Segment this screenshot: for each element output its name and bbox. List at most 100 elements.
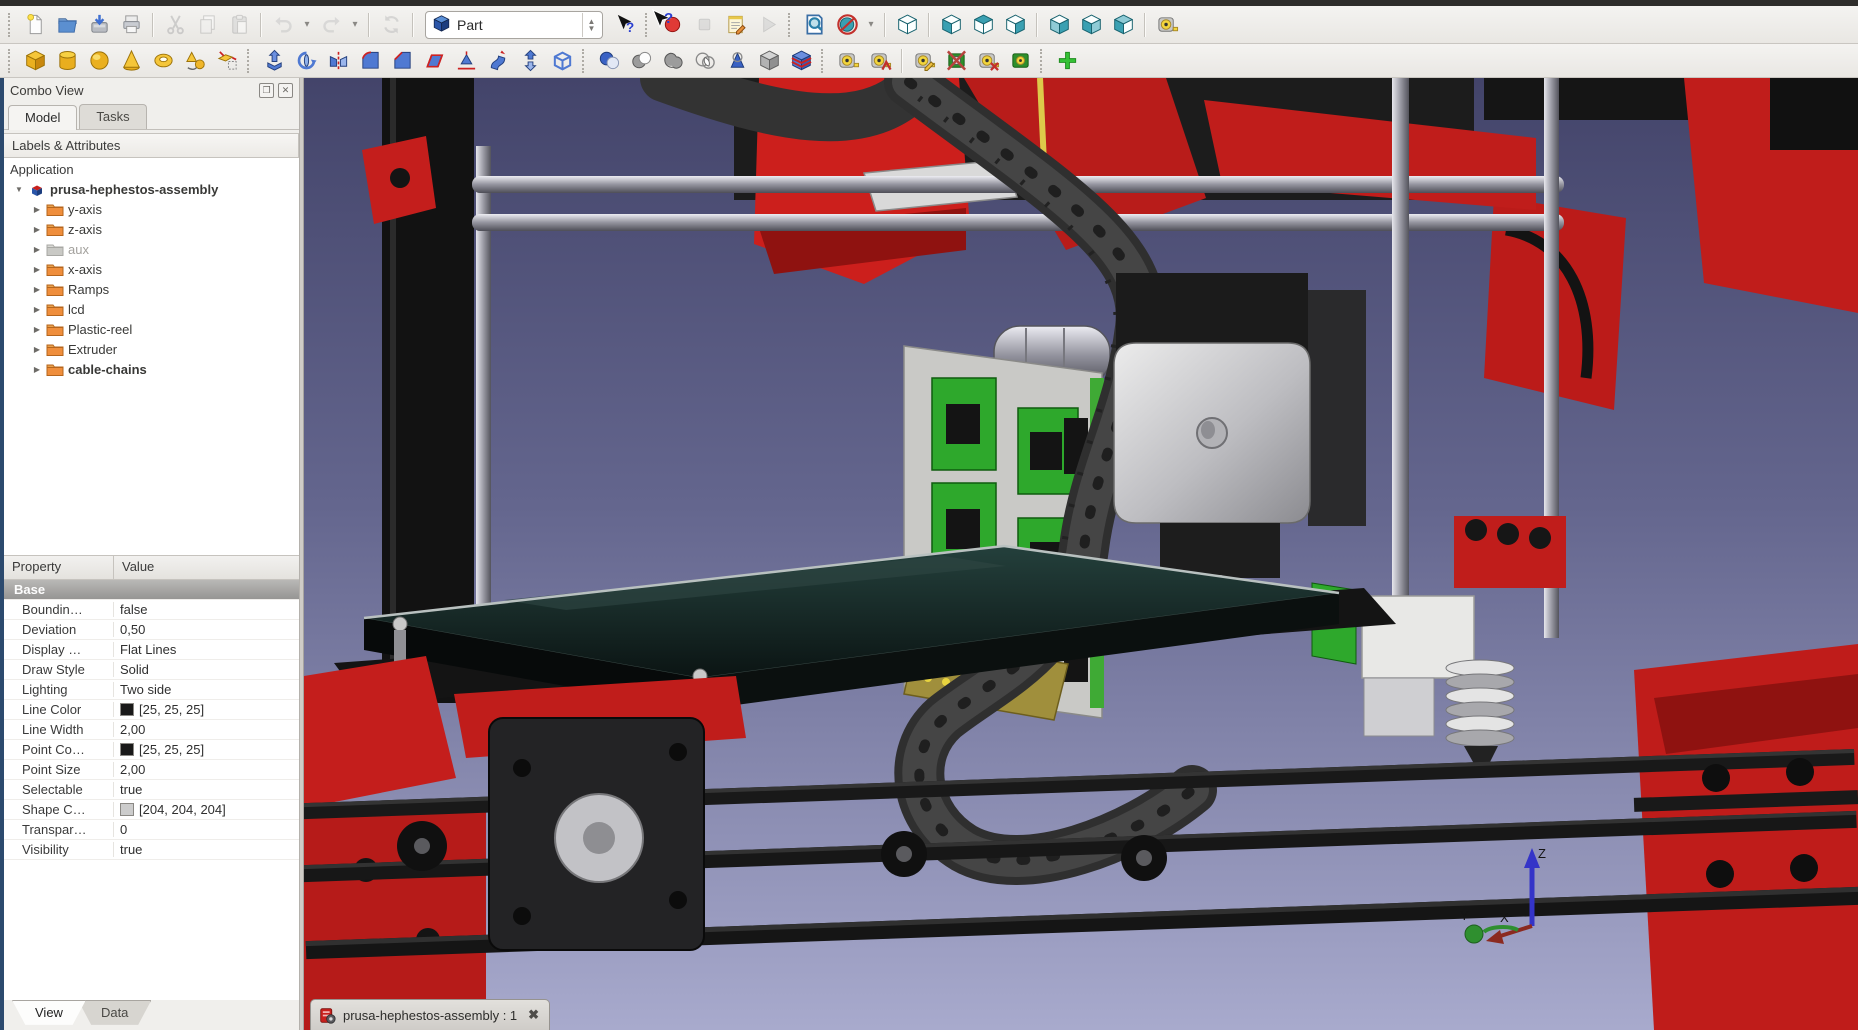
expander-icon[interactable]: ▶ xyxy=(30,225,44,234)
property-row[interactable]: Draw StyleSolid xyxy=(4,660,299,680)
expander-icon[interactable]: ▶ xyxy=(30,205,44,214)
tree-item-ramps[interactable]: ▶ Ramps xyxy=(4,279,299,299)
property-value[interactable]: 2,00 xyxy=(114,722,299,737)
measure-annotate-button[interactable] xyxy=(908,46,940,76)
part-revolve-button[interactable] xyxy=(290,46,322,76)
part-offset-button[interactable] xyxy=(450,46,482,76)
tree-item-z-axis[interactable]: ▶ z-axis xyxy=(4,219,299,239)
view-rear-button[interactable] xyxy=(1043,10,1075,40)
expander-icon[interactable]: ▶ xyxy=(30,265,44,274)
property-value[interactable]: Flat Lines xyxy=(114,642,299,657)
view-fit-all-button[interactable] xyxy=(799,10,831,40)
part-union-button[interactable] xyxy=(657,46,689,76)
expander-icon[interactable]: ▶ xyxy=(30,305,44,314)
draw-style-button[interactable] xyxy=(831,10,863,40)
part-compound-button[interactable] xyxy=(753,46,785,76)
expander-icon[interactable]: ▶ xyxy=(30,365,44,374)
property-value[interactable]: 0 xyxy=(114,822,299,837)
toolbar-grip-handle[interactable] xyxy=(821,49,828,73)
property-value[interactable]: [25, 25, 25] xyxy=(114,742,299,757)
view-axonometric-button[interactable] xyxy=(891,10,923,40)
property-value[interactable]: 0,50 xyxy=(114,622,299,637)
part-torus-button[interactable] xyxy=(147,46,179,76)
view-front-button[interactable] xyxy=(935,10,967,40)
panel-tab-data[interactable]: Data xyxy=(78,1000,151,1027)
property-value[interactable]: 2,00 xyxy=(114,762,299,777)
model-tree[interactable]: Application ▼ prusa-hephestos-assembly▶ … xyxy=(4,158,299,556)
property-row[interactable]: Visibilitytrue xyxy=(4,840,299,860)
part-boolean-button[interactable] xyxy=(593,46,625,76)
tree-item-lcd[interactable]: ▶ lcd xyxy=(4,299,299,319)
part-chamfer-button[interactable] xyxy=(386,46,418,76)
property-value[interactable]: true xyxy=(114,782,299,797)
expander-icon[interactable]: ▶ xyxy=(30,325,44,334)
tree-item-extruder[interactable]: ▶ Extruder xyxy=(4,339,299,359)
part-ruled-surface-button[interactable] xyxy=(418,46,450,76)
part-splitter-button[interactable] xyxy=(785,46,817,76)
tree-item-document[interactable]: ▼ prusa-hephestos-assembly xyxy=(4,179,299,199)
toolbar-grip-handle[interactable] xyxy=(8,49,15,73)
part-box-button[interactable] xyxy=(19,46,51,76)
part-intersection-button[interactable] xyxy=(689,46,721,76)
measure-linear-button[interactable] xyxy=(1151,10,1183,40)
toolbar-grip-handle[interactable] xyxy=(582,49,589,73)
property-row[interactable]: Selectabletrue xyxy=(4,780,299,800)
tree-item-aux[interactable]: ▶ aux xyxy=(4,239,299,259)
print-button[interactable] xyxy=(115,10,147,40)
measure-linear-button[interactable] xyxy=(832,46,864,76)
workbench-selector[interactable]: Part▲▼ xyxy=(425,11,603,39)
view-left-button[interactable] xyxy=(1107,10,1139,40)
part-extrude-button[interactable] xyxy=(258,46,290,76)
new-file-button[interactable] xyxy=(19,10,51,40)
tree-item-y-axis[interactable]: ▶ y-axis xyxy=(4,199,299,219)
document-tab-close-icon[interactable]: ✖ xyxy=(524,1007,539,1023)
macro-edit-button[interactable] xyxy=(720,10,752,40)
part-sweep-button[interactable] xyxy=(482,46,514,76)
3d-viewport[interactable]: Z X Y prusa-hephestos-assembly : 1 ✖ xyxy=(304,78,1858,1030)
macro-record-button[interactable] xyxy=(656,10,688,40)
toolbar-grip-handle[interactable] xyxy=(645,13,652,37)
toolbar-grip-handle[interactable] xyxy=(1040,49,1047,73)
measure-angular-button[interactable] xyxy=(864,46,896,76)
part-primitives-button[interactable] xyxy=(179,46,211,76)
property-row[interactable]: Display …Flat Lines xyxy=(4,640,299,660)
part-mirror-button[interactable] xyxy=(322,46,354,76)
part-fillet-button[interactable] xyxy=(354,46,386,76)
property-value[interactable]: false xyxy=(114,602,299,617)
part-thickness-button[interactable] xyxy=(546,46,578,76)
property-editor[interactable]: PropertyValue BaseBoundin…falseDeviation… xyxy=(4,556,299,1000)
toolbar-grip-handle[interactable] xyxy=(8,13,15,37)
property-row[interactable]: LightingTwo side xyxy=(4,680,299,700)
document-tab[interactable]: prusa-hephestos-assembly : 1 ✖ xyxy=(310,999,550,1030)
property-row[interactable]: Point Size2,00 xyxy=(4,760,299,780)
dropdown-arrow-icon[interactable]: ▾ xyxy=(863,10,879,40)
open-file-button[interactable] xyxy=(51,10,83,40)
property-value[interactable]: [25, 25, 25] xyxy=(114,702,299,717)
property-value[interactable]: Solid xyxy=(114,662,299,677)
property-value[interactable]: true xyxy=(114,842,299,857)
part-shape-builder-button[interactable] xyxy=(211,46,243,76)
part-cone-button[interactable] xyxy=(115,46,147,76)
part-loft-button[interactable] xyxy=(514,46,546,76)
part-sphere-button[interactable] xyxy=(83,46,115,76)
tree-item-plastic-reel[interactable]: ▶ Plastic-reel xyxy=(4,319,299,339)
measure-toggle-all-button[interactable] xyxy=(972,46,1004,76)
expander-icon[interactable]: ▼ xyxy=(12,185,26,194)
tree-item-cable-chains[interactable]: ▶ cable-chains xyxy=(4,359,299,379)
property-row[interactable]: Line Color[25, 25, 25] xyxy=(4,700,299,720)
measure-toggle-3d-button[interactable] xyxy=(1004,46,1036,76)
property-row[interactable]: Shape C…[204, 204, 204] xyxy=(4,800,299,820)
tree-item-x-axis[interactable]: ▶ x-axis xyxy=(4,259,299,279)
toolbar-grip-handle[interactable] xyxy=(788,13,795,37)
part-cut-button[interactable] xyxy=(625,46,657,76)
measure-clear-all-button[interactable] xyxy=(940,46,972,76)
property-row[interactable]: Line Width2,00 xyxy=(4,720,299,740)
expander-icon[interactable]: ▶ xyxy=(30,245,44,254)
expander-icon[interactable]: ▶ xyxy=(30,285,44,294)
dropdown-arrow-icon[interactable]: ▾ xyxy=(299,10,315,40)
add-simple-shape-button[interactable] xyxy=(1051,46,1083,76)
panel-tab-view[interactable]: View xyxy=(12,1000,86,1027)
property-value[interactable]: Two side xyxy=(114,682,299,697)
tab-model[interactable]: Model xyxy=(8,105,77,130)
view-top-button[interactable] xyxy=(967,10,999,40)
